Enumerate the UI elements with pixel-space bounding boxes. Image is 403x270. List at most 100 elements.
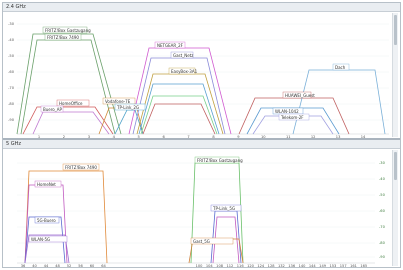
x-tick-label: 165 <box>360 264 367 268</box>
network-curve-5g-homenet <box>24 184 68 264</box>
network-label-text: FRITZ!Box Gastzugang <box>197 158 243 163</box>
network-label-text: FRITZ!Box 7490 <box>65 165 97 170</box>
x-tick-label: 153 <box>329 264 336 268</box>
band-5-networks <box>24 162 244 264</box>
network-curve-extra-2 <box>142 103 216 135</box>
network-label-huawei: HUAWEI_Guest <box>282 91 315 99</box>
band-24-networks <box>16 33 386 135</box>
network-label-text: NETGEAR_2F <box>157 43 184 48</box>
x-tick-label: 149 <box>319 264 327 268</box>
x-tick-label: 132 <box>278 264 285 268</box>
x-tick-label: 136 <box>288 264 296 268</box>
band-5-title: 5 GHz <box>6 141 22 147</box>
x-tick-label: 144 <box>309 264 317 268</box>
y-tick-label: -60 <box>8 70 15 74</box>
network-label-easybox: EasyBox-3A1 <box>168 67 198 75</box>
x-tick-label: 161 <box>350 264 357 268</box>
network-label-text: 5G-Buero <box>37 218 56 223</box>
network-curve-extra-1 <box>138 83 220 135</box>
analyzer-window: 2.4 GHz -30 -40 -50 -60 -70 -80 -90 1234567891… <box>2 2 401 268</box>
x-tick-label: 116 <box>237 264 245 268</box>
network-curve-extra-3 <box>140 95 218 135</box>
network-label-5g-fritz-gast: FRITZ!Box Gastzugang <box>194 156 243 164</box>
network-curve-tplink <box>114 109 144 135</box>
network-label-5g-homenet: HomeNet <box>34 180 62 188</box>
band-24-title: 2.4 GHz <box>6 4 26 10</box>
x-tick-label: 112 <box>226 264 233 268</box>
y-tick-label: -30 <box>379 161 386 165</box>
y-tick-label: -60 <box>379 209 386 213</box>
network-label-text: TP-Link_5G <box>212 206 235 211</box>
network-label-telekom: Telekom-2F <box>278 113 310 121</box>
network-label-text: Gast_5G <box>193 239 210 244</box>
network-label-text: EasyBox-3A1 <box>171 69 198 74</box>
network-label-text: Gast_Netz <box>173 53 193 58</box>
y-tick-label: -90 <box>379 255 386 259</box>
x-tick-label: 64 <box>101 264 106 268</box>
y-tick-label: -70 <box>379 225 386 229</box>
network-curve-fritz-gast <box>16 33 122 135</box>
network-label-fritz-7490: FRITZ!Box 7490 <box>44 33 82 41</box>
network-label-text: Telekom-2F <box>280 115 304 120</box>
y-tick-label: -80 <box>8 102 15 106</box>
x-tick-label: 108 <box>216 264 224 268</box>
network-label-homeoffice: HomeOffice <box>56 99 90 107</box>
band-5-scroll-thumb[interactable] <box>394 152 397 180</box>
network-label-fritz-gast: FRITZ!Box Gastzugang <box>42 26 91 34</box>
x-tick-label: 56 <box>78 264 83 268</box>
y-tick-label: -40 <box>8 38 15 42</box>
network-label-text: WLAN-1042 <box>275 109 299 114</box>
band-24-labels: FRITZ!Box Gastzugang FRITZ!Box 7490 Home… <box>40 26 350 121</box>
band-5-scrollbar[interactable] <box>392 150 398 266</box>
x-tick-label: 120 <box>247 264 255 268</box>
network-curve-5g-fritz-gast <box>190 162 244 264</box>
x-tick-label: 140 <box>299 264 307 268</box>
x-tick-label: 104 <box>206 264 214 268</box>
x-tick-label: 44 <box>44 264 49 268</box>
network-curve-netgear <box>128 47 232 135</box>
y-tick-label: -50 <box>8 54 15 58</box>
x-tick-label: 40 <box>32 264 37 268</box>
x-tick-label: 36 <box>21 264 26 268</box>
y-tick-label: -80 <box>379 241 386 245</box>
network-label-vodafone: Vodafone-7E <box>102 97 136 105</box>
x-tick-label: 52 <box>67 264 72 268</box>
y-tick-label: -50 <box>379 193 386 197</box>
x-tick-label: 48 <box>55 264 60 268</box>
network-label-text: Dach <box>335 65 346 70</box>
x-tick-label: 60 <box>90 264 95 268</box>
network-label-text: FRITZ!Box 7490 <box>47 35 79 40</box>
network-label-5g-buero: 5G-Buero <box>34 216 60 224</box>
band-24-scrollbar[interactable] <box>392 13 398 137</box>
x-tick-label: 100 <box>196 264 204 268</box>
network-label-dach: Dach <box>332 63 350 71</box>
band-24-header: 2.4 GHz <box>3 3 400 12</box>
network-label-text: HomeOffice <box>59 101 83 106</box>
network-label-text: FRITZ!Box Gastzugang <box>45 28 91 33</box>
x-tick-label: 128 <box>268 264 276 268</box>
network-label-tplink: TP-Link_2G <box>114 103 146 111</box>
network-label-text: Vodafone-7E <box>105 99 131 104</box>
y-tick-label: -90 <box>8 118 15 122</box>
x-tick-label: 157 <box>340 264 347 268</box>
network-label-gast: Gast_Netz <box>170 51 193 59</box>
network-label-wlan: WLAN-1042 <box>272 107 304 115</box>
network-label-5g-gast: Gast_5G <box>190 237 234 245</box>
band-24-scroll-thumb[interactable] <box>394 15 397 45</box>
network-label-text: TP-Link_2G <box>116 105 139 110</box>
network-label-text: HUAWEI_Guest <box>285 93 315 98</box>
y-tick-label: -40 <box>379 177 386 181</box>
band-5-labels: FRITZ!Box 7490 FRITZ!Box Gastzugang Home… <box>28 156 243 245</box>
network-curve-dach <box>292 69 386 135</box>
network-label-netgear: NETGEAR_2F <box>154 41 186 49</box>
y-tick-label: -30 <box>8 22 15 26</box>
band-5-chart[interactable]: -30 -40 -50 -60 -70 -80 -90 36 40 44 48 52 56 60 64 10… <box>3 149 395 268</box>
band-24-chart[interactable]: -30-40-50-60-70-80-90 1 2 3 4 5 6 7 8 9 10 11 12 13 1… <box>3 12 395 139</box>
network-label-text: WLAN-5G <box>31 237 50 242</box>
network-label-5g-wlan: WLAN-5G <box>28 235 68 243</box>
network-label-5g-tplink: TP-Link_5G <box>210 204 242 212</box>
band-5-header: 5 GHz <box>3 140 400 149</box>
y-tick-label: -70 <box>8 86 15 90</box>
network-label-buero: Buero_AP <box>40 105 64 113</box>
x-tick-label: 124 <box>257 264 265 268</box>
